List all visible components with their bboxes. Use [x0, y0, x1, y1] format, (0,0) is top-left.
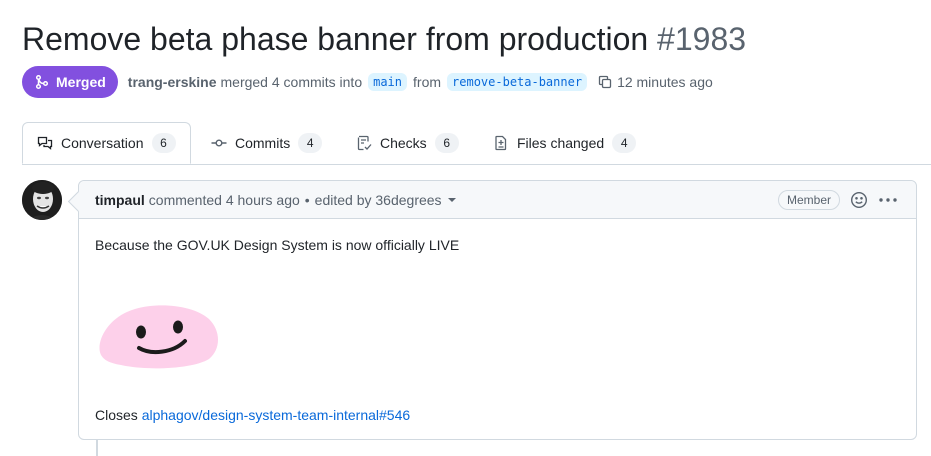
pr-meta: Merged trang-erskine merged 4 commits in…: [22, 66, 713, 98]
kebab-horizontal-icon: [879, 198, 897, 202]
comment-discussion-icon: [37, 136, 53, 150]
comment-options-button[interactable]: [878, 191, 898, 209]
tab-commits-label: Commits: [235, 135, 291, 151]
comment-header: timpaul commented 4 hours ago • edited b…: [79, 181, 916, 219]
from-text: from: [413, 74, 442, 90]
tab-checks-count: 6: [434, 133, 459, 153]
add-reaction-button[interactable]: [850, 191, 868, 209]
tab-commits[interactable]: Commits 4: [211, 122, 323, 164]
pr-title: Remove beta phase banner from production…: [22, 18, 746, 60]
checklist-icon: [357, 135, 372, 151]
smiling-blob-image: [99, 305, 218, 369]
closes-issue-link[interactable]: alphagov/design-system-team-internal#546: [142, 407, 410, 423]
tab-files-changed[interactable]: Files changed 4: [493, 122, 637, 164]
tab-conversation-label: Conversation: [61, 135, 144, 151]
comment-action: commented 4 hours ago: [148, 191, 300, 208]
git-merge-icon: [35, 74, 49, 90]
tab-files-changed-count: 4: [612, 133, 637, 153]
comment-separator: •: [304, 191, 310, 208]
tab-files-changed-label: Files changed: [517, 135, 605, 151]
git-commit-icon: [211, 139, 227, 147]
comment-body-text: Because the GOV.UK Design System is now …: [95, 237, 460, 253]
file-diff-icon: [495, 135, 507, 151]
comment-edited-dropdown[interactable]: edited by 36degrees: [315, 192, 456, 208]
tab-checks[interactable]: Checks 6: [356, 122, 459, 164]
pr-number: #1983: [657, 21, 747, 57]
pr-author-link[interactable]: trang-erskine: [128, 74, 217, 90]
triangle-down-icon: [447, 197, 456, 202]
merged-status-label: Merged: [56, 74, 106, 90]
smiley-icon: [850, 191, 868, 209]
closes-line: Closes alphagov/design-system-team-inter…: [95, 407, 410, 423]
merged-time: 12 minutes ago: [617, 74, 713, 90]
merged-text: merged 4 commits into: [220, 74, 363, 90]
base-branch[interactable]: main: [368, 73, 408, 91]
member-role-label: Member: [777, 190, 840, 210]
pr-tabs: Conversation 6 Commits 4 Checks 6 Files …: [22, 122, 931, 165]
tab-conversation[interactable]: Conversation 6: [22, 122, 191, 164]
tab-checks-label: Checks: [380, 135, 427, 151]
comment-author-link[interactable]: timpaul: [95, 192, 145, 208]
head-branch[interactable]: remove-beta-banner: [447, 73, 588, 91]
tab-commits-count: 4: [298, 133, 323, 153]
timeline-line: [96, 440, 98, 456]
pr-title-text: Remove beta phase banner from production: [22, 21, 649, 57]
copy-icon[interactable]: [597, 74, 613, 90]
merged-status-badge: Merged: [22, 66, 118, 98]
comment-edited-text: edited by 36degrees: [314, 191, 442, 208]
commenter-avatar[interactable]: [22, 180, 62, 220]
tab-conversation-count: 6: [151, 133, 176, 153]
closes-label: Closes: [95, 407, 138, 423]
comment-box: timpaul commented 4 hours ago • edited b…: [67, 180, 917, 440]
